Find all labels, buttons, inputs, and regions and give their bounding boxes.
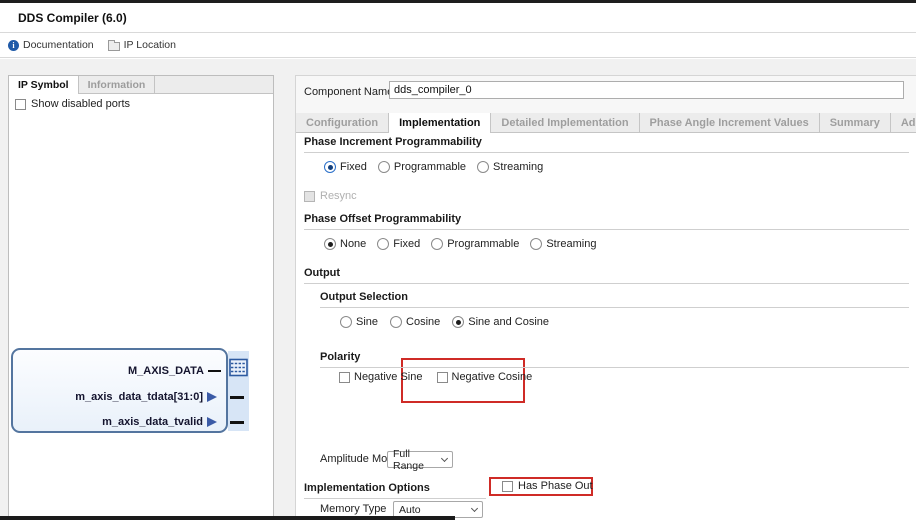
toolbar: i Documentation IP Location <box>0 33 916 58</box>
radio-icon[interactable] <box>377 238 390 250</box>
radio-label: Fixed <box>340 161 367 173</box>
output-selection-radio-group: Sine Cosine Sine and Cosine <box>340 316 549 328</box>
folder-icon <box>107 39 120 51</box>
radio-icon[interactable] <box>477 161 490 173</box>
port-tvalid-label: m_axis_data_tvalid <box>102 416 203 428</box>
radio-option-fixed[interactable]: Fixed <box>324 161 367 173</box>
component-name-label: Component Name <box>304 86 394 98</box>
radio-label: Sine and Cosine <box>468 316 550 328</box>
radio-option-streaming[interactable]: Streaming <box>530 238 596 250</box>
radio-option-programmable[interactable]: Programmable <box>431 238 519 250</box>
tab-configuration[interactable]: Configuration <box>296 113 390 132</box>
documentation-link[interactable]: i Documentation <box>8 39 94 51</box>
interface-pin-label: M_AXIS_DATA <box>128 365 204 377</box>
tab-summary[interactable]: Summary <box>820 113 891 132</box>
dropdown-value: Full Range <box>393 447 424 472</box>
radio-label: Streaming <box>493 161 544 173</box>
resync-option: Resync <box>304 190 357 202</box>
tab-information[interactable]: Information <box>79 76 156 93</box>
radio-option-sine-and-cosine[interactable]: Sine and Cosine <box>452 316 549 328</box>
negative-cosine-checkbox[interactable] <box>436 371 448 383</box>
ip-location-link[interactable]: IP Location <box>107 39 176 51</box>
output-section-header: Output <box>304 267 909 284</box>
radio-option-sine[interactable]: Sine <box>340 316 378 328</box>
configuration-panel: Component Name Configuration Implementat… <box>295 75 916 520</box>
output-selection-header: Output Selection <box>320 291 909 308</box>
tab-detailed-implementation[interactable]: Detailed Implementation <box>491 113 640 132</box>
resync-label: Resync <box>320 190 357 202</box>
radio-label: None <box>340 238 367 250</box>
tab-implementation[interactable]: Implementation <box>389 113 492 133</box>
ip-symbol-panel: IP Symbol Information Show disabled port… <box>8 75 274 520</box>
left-tab-bar: IP Symbol Information <box>9 76 273 94</box>
config-tab-bar: Configuration Implementation Detailed Im… <box>296 113 916 133</box>
tab-ip-symbol[interactable]: IP Symbol <box>9 76 79 94</box>
axi-interface-icon <box>229 358 248 377</box>
tab-additional-summary[interactable]: Additional Summary <box>891 113 916 132</box>
dropdown-value: Auto <box>399 503 421 516</box>
output-arrow-icon <box>207 417 217 427</box>
phase-offset-radio-group: None Fixed Programmable Streaming <box>324 238 596 250</box>
documentation-label: Documentation <box>23 39 94 51</box>
radio-icon[interactable] <box>324 238 336 250</box>
radio-icon[interactable] <box>390 316 403 328</box>
negative-sine-checkbox[interactable] <box>339 371 350 383</box>
radio-option-cosine[interactable]: Cosine <box>390 316 440 328</box>
pin-stub <box>208 370 221 372</box>
has-phase-out-checkbox[interactable] <box>502 480 513 492</box>
implementation-tab-content: Phase Increment Programmability Fixed Pr… <box>296 133 916 520</box>
show-disabled-ports-checkbox[interactable] <box>15 98 26 110</box>
implementation-options-header: Implementation Options <box>304 482 486 499</box>
radio-option-none[interactable]: None <box>324 238 366 250</box>
output-arrow-icon <box>207 392 217 402</box>
page-title: DDS Compiler (6.0) <box>18 10 127 25</box>
pin-stub <box>230 421 244 424</box>
component-name-input[interactable] <box>389 81 904 99</box>
checkbox-label: Has Phase Out <box>518 480 593 492</box>
resync-checkbox <box>304 190 315 202</box>
negative-sine-option[interactable]: Negative Sine <box>339 371 423 383</box>
show-disabled-ports-label: Show disabled ports <box>31 98 131 110</box>
port-tvalid-row: m_axis_data_tvalid <box>9 414 217 430</box>
port-tdata-row: m_axis_data_tdata[31:0] <box>9 389 217 405</box>
radio-option-fixed[interactable]: Fixed <box>377 238 420 250</box>
radio-label: Fixed <box>393 238 421 250</box>
radio-label: Cosine <box>406 316 441 328</box>
show-disabled-ports-option[interactable]: Show disabled ports <box>15 98 130 110</box>
radio-icon[interactable] <box>530 238 543 250</box>
has-phase-out-option[interactable]: Has Phase Out <box>502 480 593 492</box>
amplitude-mode-dropdown[interactable]: Full Range <box>387 448 453 472</box>
chevron-down-icon <box>470 504 479 513</box>
radio-icon[interactable] <box>377 161 390 173</box>
checkbox-label: Negative Sine <box>354 371 423 383</box>
radio-label: Programmable <box>447 238 520 250</box>
radio-icon[interactable] <box>324 161 336 173</box>
radio-icon[interactable] <box>340 316 352 328</box>
radio-label: Programmable <box>393 161 467 173</box>
radio-option-programmable[interactable]: Programmable <box>377 161 467 173</box>
phase-increment-section-header: Phase Increment Programmability <box>304 136 909 153</box>
tab-phase-angle-increment-values[interactable]: Phase Angle Increment Values <box>640 113 820 132</box>
radio-icon[interactable] <box>431 238 444 250</box>
dialog-header: DDS Compiler (6.0) i Documentation IP Lo… <box>0 3 916 59</box>
port-tdata-label: m_axis_data_tdata[31:0] <box>75 391 203 403</box>
chevron-down-icon <box>440 454 449 463</box>
radio-icon[interactable] <box>452 316 465 328</box>
phase-increment-radio-group: Fixed Programmable Streaming <box>324 161 543 173</box>
phase-offset-section-header: Phase Offset Programmability <box>304 213 909 230</box>
radio-label: Sine <box>356 316 379 328</box>
negative-cosine-option[interactable]: Negative Cosine <box>436 371 533 383</box>
polarity-header: Polarity <box>320 351 909 368</box>
window-bottom-edge <box>0 516 455 520</box>
checkbox-label: Negative Cosine <box>451 371 533 383</box>
interface-pin-row: M_AXIS_DATA <box>9 363 221 379</box>
radio-label: Streaming <box>546 238 597 250</box>
ip-location-label: IP Location <box>123 39 176 51</box>
pin-stub <box>230 396 244 399</box>
radio-option-streaming[interactable]: Streaming <box>477 161 543 173</box>
polarity-checkbox-group: Negative Sine Negative Cosine <box>339 371 532 383</box>
info-icon: i <box>8 39 19 51</box>
title-bar: DDS Compiler (6.0) <box>0 3 916 33</box>
